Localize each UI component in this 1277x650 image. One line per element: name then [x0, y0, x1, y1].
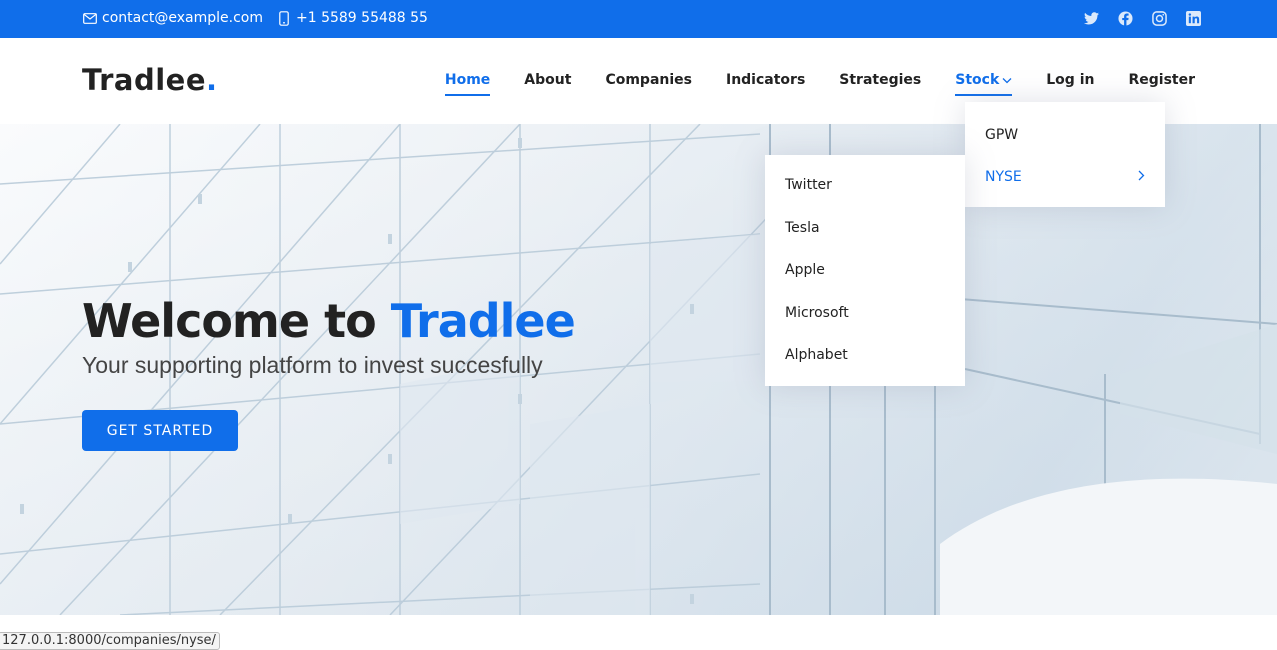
dropdown-item-label: NYSE — [985, 169, 1022, 185]
contact-phone[interactable]: +1 5589 55488 55 — [276, 10, 428, 26]
contact-phone-text: +1 5589 55488 55 — [296, 10, 428, 26]
stock-dropdown: GPW NYSE — [965, 102, 1165, 207]
contact-email-text: contact@example.com — [102, 10, 263, 26]
contact-email[interactable]: contact@example.com — [82, 10, 263, 26]
social-links — [1083, 10, 1201, 26]
submenu-item-microsoft[interactable]: Microsoft — [785, 305, 849, 325]
submenu-item-tesla[interactable]: Tesla — [785, 220, 820, 240]
main-nav: Home About Companies Indicators Strategi… — [428, 72, 1195, 96]
nav-home[interactable]: Home — [428, 72, 507, 96]
dropdown-item-label: GPW — [985, 127, 1019, 143]
nav-stock[interactable]: Stock — [938, 72, 1029, 96]
chevron-right-icon — [1138, 169, 1145, 185]
twitter-icon[interactable] — [1083, 10, 1099, 26]
facebook-icon[interactable] — [1117, 10, 1133, 26]
nav-companies[interactable]: Companies — [588, 72, 709, 88]
envelope-icon — [82, 10, 98, 26]
top-bar: contact@example.com +1 5589 55488 55 — [0, 0, 1277, 38]
nav-stock-label: Stock — [955, 72, 1000, 88]
nav-register[interactable]: Register — [1111, 72, 1195, 88]
dropdown-item-nyse[interactable]: NYSE — [985, 167, 1145, 187]
nav-strategies[interactable]: Strategies — [822, 72, 938, 88]
hero-title-brand: Tradlee — [390, 294, 576, 348]
hero-title-prefix: Welcome to — [82, 294, 391, 348]
nav-about[interactable]: About — [507, 72, 588, 88]
linkedin-icon[interactable] — [1185, 10, 1201, 26]
logo-text: Tradlee — [82, 63, 207, 97]
get-started-button[interactable]: GET STARTED — [82, 410, 238, 451]
submenu-item-apple[interactable]: Apple — [785, 262, 825, 282]
nyse-submenu: Twitter Tesla Apple Microsoft Alphabet — [765, 155, 965, 386]
logo[interactable]: Tradlee. — [82, 63, 218, 97]
link-status-bar: 127.0.0.1:8000/companies/nyse/ — [0, 632, 220, 650]
chevron-down-icon — [1002, 72, 1012, 88]
phone-icon — [276, 10, 292, 26]
hero-subtitle: Your supporting platform to invest succe… — [82, 352, 543, 378]
nav-login[interactable]: Log in — [1029, 72, 1111, 88]
instagram-icon[interactable] — [1151, 10, 1167, 26]
submenu-item-alphabet[interactable]: Alphabet — [785, 347, 848, 367]
dropdown-item-gpw[interactable]: GPW — [985, 125, 1145, 145]
nav-indicators[interactable]: Indicators — [709, 72, 822, 88]
hero-title: Welcome to Tradlee — [82, 294, 576, 348]
logo-dot: . — [206, 63, 218, 97]
submenu-item-twitter[interactable]: Twitter — [785, 177, 832, 197]
